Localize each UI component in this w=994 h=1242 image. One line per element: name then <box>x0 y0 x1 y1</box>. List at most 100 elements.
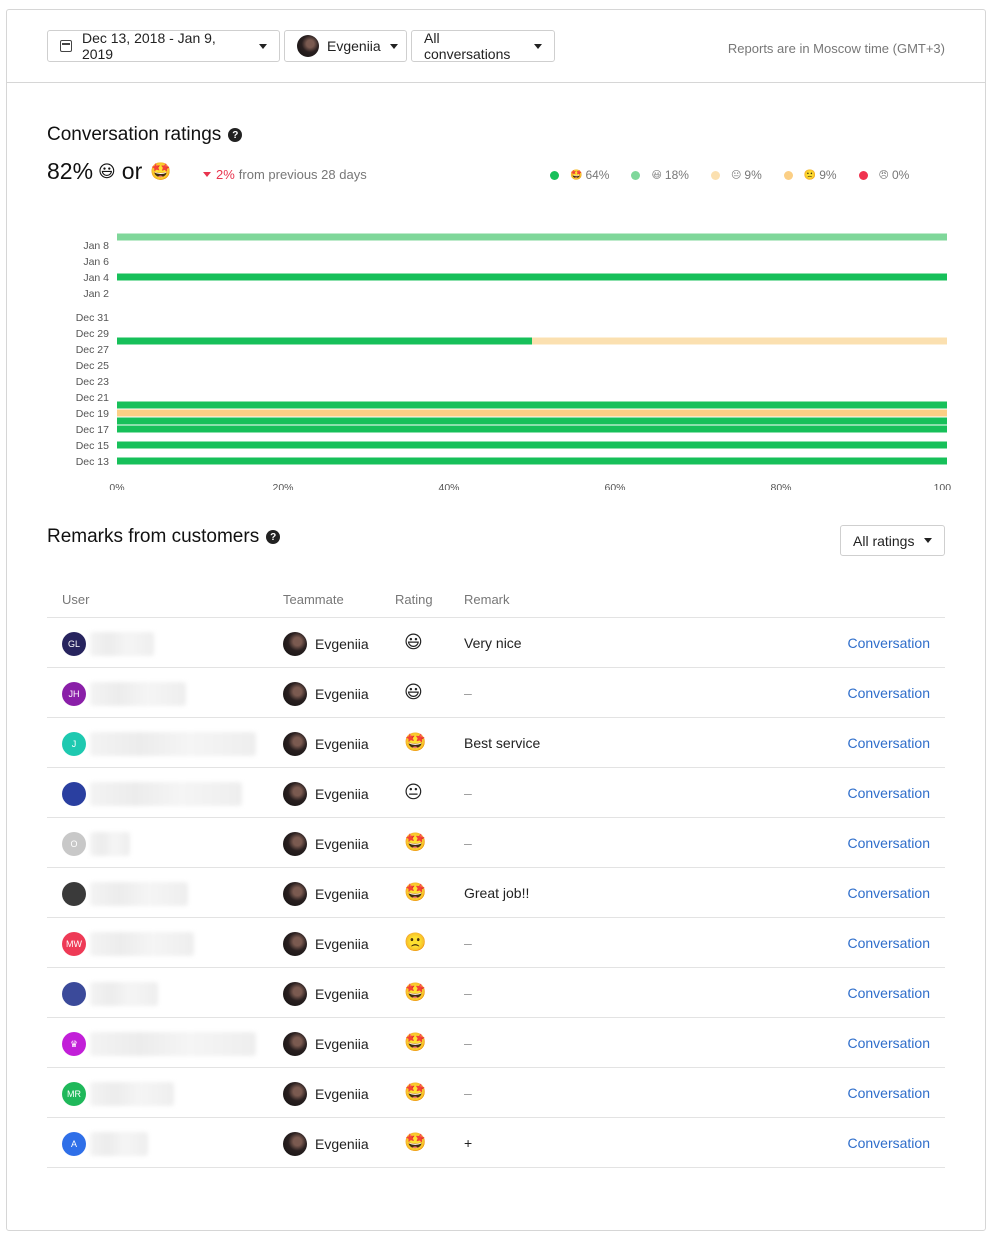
teammate-dropdown[interactable]: Evgeniia <box>284 30 407 62</box>
conversation-link[interactable]: Conversation <box>848 685 931 701</box>
teammate-avatar <box>283 782 307 806</box>
teammate-avatar <box>297 35 319 57</box>
help-icon[interactable]: ? <box>266 530 281 544</box>
table-header: User Teammate Rating Remark <box>47 583 945 618</box>
y-tick-label: Jan 6 <box>83 256 109 268</box>
remark-text: + <box>464 1135 473 1151</box>
date-range-dropdown[interactable]: Dec 13, 2018 - Jan 9, 2019 <box>47 30 280 62</box>
teammate-cell: Evgeniia <box>283 732 369 756</box>
conversation-link[interactable]: Conversation <box>848 935 931 951</box>
chart-bar[interactable] <box>117 441 947 449</box>
chart-bar[interactable] <box>117 457 947 465</box>
teammate-name: Evgeniia <box>315 686 369 702</box>
chart-bar[interactable] <box>117 337 532 345</box>
satisfaction-value: 82% <box>47 158 94 184</box>
conversation-link[interactable]: Conversation <box>848 735 931 751</box>
conversation-link[interactable]: Conversation <box>848 1135 931 1151</box>
teammate-cell: Evgeniia <box>283 1132 369 1156</box>
chart-bar[interactable] <box>532 337 947 345</box>
user-avatar[interactable]: GL <box>62 632 86 656</box>
table-row: Evgeniia 🤩 – Conversation <box>47 968 945 1018</box>
user-avatar[interactable]: MR <box>62 1082 86 1106</box>
legend-item[interactable]: 😠 0% <box>858 168 910 182</box>
ratings-filter-dropdown[interactable]: All ratings <box>840 525 945 556</box>
x-tick-label: 100% <box>934 482 951 490</box>
legend-value: 9% <box>744 168 762 182</box>
conversation-link[interactable]: Conversation <box>848 1035 931 1051</box>
rating-emoji-icon: 😃 <box>404 682 423 702</box>
remark-text: – <box>464 1035 472 1051</box>
chart-bar[interactable] <box>117 425 947 433</box>
teammate-avatar <box>283 982 307 1006</box>
column-header-rating[interactable]: Rating <box>395 592 433 607</box>
legend-value: 0% <box>891 168 910 182</box>
chevron-down-icon <box>924 538 932 543</box>
y-tick-label: Dec 27 <box>76 344 109 356</box>
user-name-redacted <box>90 1032 256 1056</box>
teammate-avatar <box>283 1032 307 1056</box>
conversation-link[interactable]: Conversation <box>848 785 931 801</box>
teammate-name: Evgeniia <box>315 736 369 752</box>
help-icon[interactable]: ? <box>228 128 243 142</box>
teammate-cell: Evgeniia <box>283 1032 369 1056</box>
teammate-avatar <box>283 1082 307 1106</box>
ratings-filter-label: All ratings <box>853 532 915 549</box>
legend-dot <box>858 170 868 180</box>
chart-bar[interactable] <box>117 417 947 425</box>
teammate-cell: Evgeniia <box>283 882 369 906</box>
x-tick-label: 0% <box>109 482 124 490</box>
teammate-avatar <box>283 882 307 906</box>
table-row: JH Evgeniia 😃 – Conversation <box>47 668 945 718</box>
legend-dot <box>631 170 641 180</box>
chart-bar[interactable] <box>117 273 947 281</box>
user-avatar[interactable]: J <box>62 732 86 756</box>
remark-text: – <box>464 1085 472 1101</box>
user-avatar[interactable]: MW <box>62 932 86 956</box>
rating-emoji-icon: 😃 <box>404 632 423 652</box>
chart-bar[interactable] <box>117 233 947 241</box>
user-name-redacted <box>90 1132 148 1156</box>
user-avatar[interactable]: ♛ <box>62 1032 86 1056</box>
legend-emoji-icon: 🤩 <box>570 169 583 181</box>
y-tick-label: Dec 31 <box>76 312 109 324</box>
table-row: Evgeniia 🤩 Great job!! Conversation <box>47 868 945 918</box>
user-avatar[interactable]: JH <box>62 682 86 706</box>
y-tick-label: Jan 4 <box>83 272 109 284</box>
remarks-title: Remarks from customers ? <box>47 526 281 548</box>
x-tick-label: 80% <box>770 482 791 490</box>
chart-bar[interactable] <box>117 401 947 409</box>
teammate-name: Evgeniia <box>315 1036 369 1052</box>
y-tick-label: Dec 23 <box>76 376 109 388</box>
user-avatar[interactable]: O <box>62 832 86 856</box>
legend-item[interactable]: 😐 9% <box>710 168 762 182</box>
conversation-link[interactable]: Conversation <box>848 1085 931 1101</box>
column-header-teammate[interactable]: Teammate <box>283 592 344 607</box>
teammate-avatar <box>283 632 307 656</box>
user-name-redacted <box>90 782 242 806</box>
user-avatar[interactable] <box>62 782 86 806</box>
legend-item[interactable]: 🤩 64% <box>550 168 609 182</box>
x-tick-label: 20% <box>272 482 293 490</box>
conversation-link[interactable]: Conversation <box>848 885 931 901</box>
user-avatar[interactable] <box>62 882 86 906</box>
legend-value: 18% <box>664 168 689 182</box>
conversation-link[interactable]: Conversation <box>848 985 931 1001</box>
conversation-link[interactable]: Conversation <box>848 635 931 651</box>
table-row: MR Evgeniia 🤩 – Conversation <box>47 1068 945 1118</box>
column-header-user[interactable]: User <box>62 592 89 607</box>
legend-item[interactable]: 😃 18% <box>631 168 689 182</box>
legend-item[interactable]: 🙁 9% <box>783 168 837 182</box>
ratings-legend: 🤩 64% 😃 18% 😐 9% 🙁 9% 😠 0% <box>550 168 931 182</box>
or-label: or <box>121 158 143 184</box>
column-header-remark[interactable]: Remark <box>464 592 510 607</box>
conversations-dropdown[interactable]: All conversations <box>411 30 555 62</box>
user-avatar[interactable] <box>62 982 86 1006</box>
remark-text: Best service <box>464 735 541 751</box>
teammate-avatar <box>283 1132 307 1156</box>
legend-dot <box>550 170 559 180</box>
user-avatar[interactable]: A <box>62 1132 86 1156</box>
table-row: O Evgeniia 🤩 – Conversation <box>47 818 945 868</box>
teammate-name: Evgeniia <box>315 636 369 652</box>
conversation-link[interactable]: Conversation <box>848 835 931 851</box>
chart-bar[interactable] <box>117 409 947 417</box>
